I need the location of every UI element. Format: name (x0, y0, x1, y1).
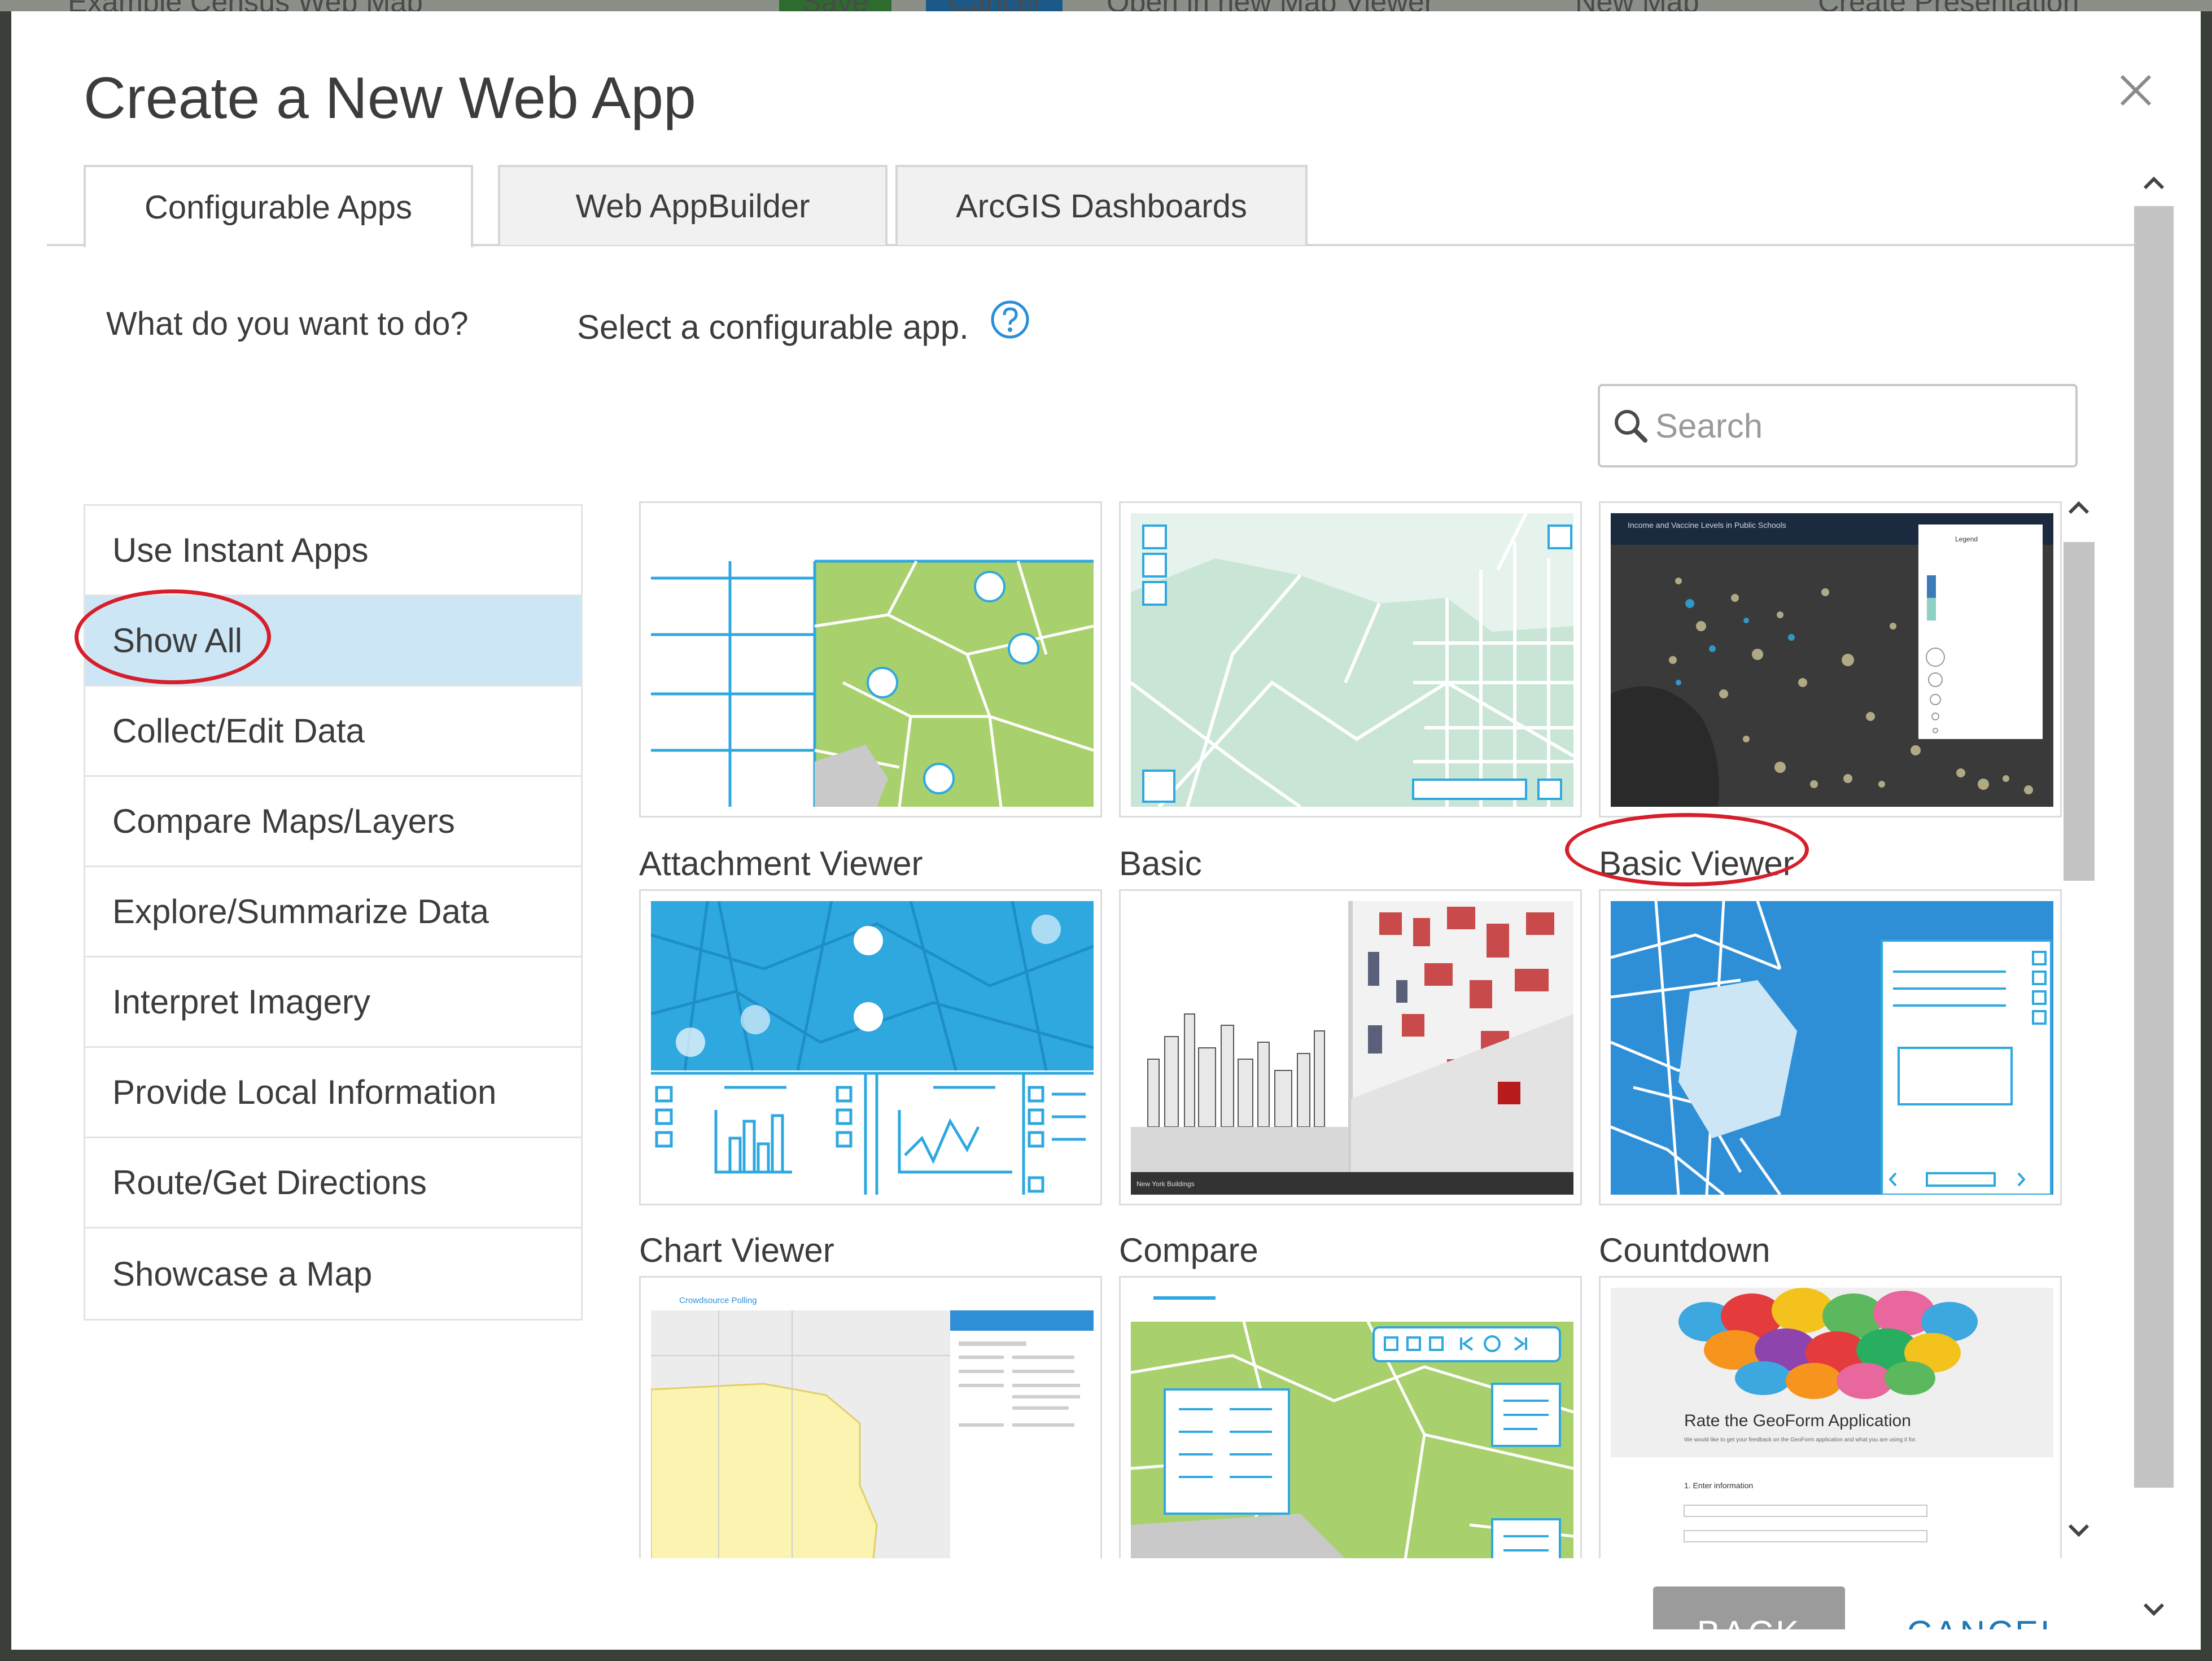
app-label-countdown[interactable]: Countdown (1599, 1231, 1771, 1270)
dialog-title: Create a New Web App (84, 65, 696, 131)
question-circle-icon[interactable] (990, 299, 1030, 340)
search-input[interactable] (1654, 405, 2052, 446)
app-label-basic[interactable]: Basic (1119, 844, 1202, 883)
select-app-instruction: Select a configurable app. (577, 308, 969, 346)
app-label-attachment-viewer[interactable]: Attachment Viewer (639, 844, 923, 883)
create-web-app-dialog: Create a New Web App Configurable Apps W… (11, 11, 2201, 1650)
app-label-chart-viewer[interactable]: Chart Viewer (639, 1231, 834, 1270)
app-thumbnail-crowdsource-polling[interactable]: Crowdsource Polling (639, 1276, 1102, 1558)
dialog-scroll-up-icon[interactable] (2137, 167, 2171, 200)
crowdsource-thumbnail-title: Crowdsource Polling (679, 1296, 757, 1305)
cancel-button[interactable]: CANCEL (1891, 1586, 2078, 1629)
background-new-map-button: New Map (1575, 0, 1699, 11)
category-explore-summarize-data[interactable]: Explore/Summarize Data (85, 867, 581, 958)
background-create-presentation-button: Create Presentation (1818, 0, 2079, 11)
back-button[interactable]: BACK (1653, 1586, 1845, 1629)
category-compare-maps-layers[interactable]: Compare Maps/Layers (85, 777, 581, 867)
tab-web-appbuilder[interactable]: Web AppBuilder (498, 165, 888, 245)
app-thumbnail-geoform[interactable]: Rate the GeoForm Application We would li… (1599, 1276, 2062, 1558)
category-showcase-a-map[interactable]: Showcase a Map (85, 1229, 581, 1319)
category-interpret-imagery[interactable]: Interpret Imagery (85, 958, 581, 1048)
geoform-thumbnail-section: 1. Enter information (1684, 1481, 1753, 1490)
category-route-get-directions[interactable]: Route/Get Directions (85, 1138, 581, 1229)
gallery-scrollbar-thumb[interactable] (2064, 542, 2095, 881)
background-toolbar: Example Census Web Map Save Cancel Open … (0, 0, 2212, 11)
background-cancel-button: Cancel (926, 0, 1063, 11)
dialog-scrollbar-thumb[interactable] (2134, 206, 2174, 1488)
app-thumbnail-compare[interactable]: New York Buildings (1119, 889, 1582, 1205)
tab-configurable-apps[interactable]: Configurable Apps (84, 165, 473, 247)
close-icon[interactable] (2110, 65, 2161, 116)
basic-viewer-thumbnail-header: Income and Vaccine Levels in Public Scho… (1628, 521, 1786, 530)
dialog-footer: BACK CANCEL (1637, 1586, 2089, 1629)
search-icon (1615, 410, 1647, 443)
gallery-scroll-down-icon[interactable] (2062, 1513, 2096, 1547)
app-thumbnail-basic[interactable] (1119, 501, 1582, 818)
category-provide-local-information[interactable]: Provide Local Information (85, 1048, 581, 1138)
basic-viewer-thumbnail-legend: Legend (1955, 535, 1978, 543)
category-question-label: What do you want to do? (106, 305, 469, 342)
background-open-viewer-button: Open in new Map Viewer (1107, 0, 1434, 11)
dialog-scroll-down-icon[interactable] (2137, 1592, 2171, 1626)
app-thumbnail-attachment-viewer[interactable] (639, 501, 1102, 818)
background-map-title: Example Census Web Map (68, 0, 423, 11)
app-thumbnail-crowdsource-reporter[interactable] (1119, 1276, 1582, 1558)
category-use-instant-apps[interactable]: Use Instant Apps (85, 506, 581, 596)
search-box (1598, 384, 2078, 467)
category-collect-edit-data[interactable]: Collect/Edit Data (85, 687, 581, 777)
app-label-compare[interactable]: Compare (1119, 1231, 1258, 1270)
app-label-basic-viewer[interactable]: Basic Viewer (1599, 844, 1794, 883)
category-show-all[interactable]: Show All (85, 596, 581, 687)
compare-thumbnail-caption: New York Buildings (1136, 1180, 1195, 1188)
background-save-button: Save (779, 0, 891, 11)
app-thumbnail-basic-viewer[interactable]: Income and Vaccine Levels in Public Scho… (1599, 501, 2062, 818)
app-thumbnail-chart-viewer[interactable] (639, 889, 1102, 1205)
geoform-thumbnail-title: Rate the GeoForm Application (1684, 1411, 1911, 1430)
app-thumbnail-countdown[interactable] (1599, 889, 2062, 1205)
gallery-scroll-up-icon[interactable] (2062, 491, 2096, 525)
tab-arcgis-dashboards[interactable]: ArcGIS Dashboards (895, 165, 1308, 245)
geoform-thumbnail-subtitle: We would like to get your feedback on th… (1684, 1437, 1917, 1443)
app-gallery: Income and Vaccine Levels in Public Scho… (621, 491, 2072, 1558)
category-list: Use Instant Apps Show All Collect/Edit D… (84, 504, 583, 1321)
